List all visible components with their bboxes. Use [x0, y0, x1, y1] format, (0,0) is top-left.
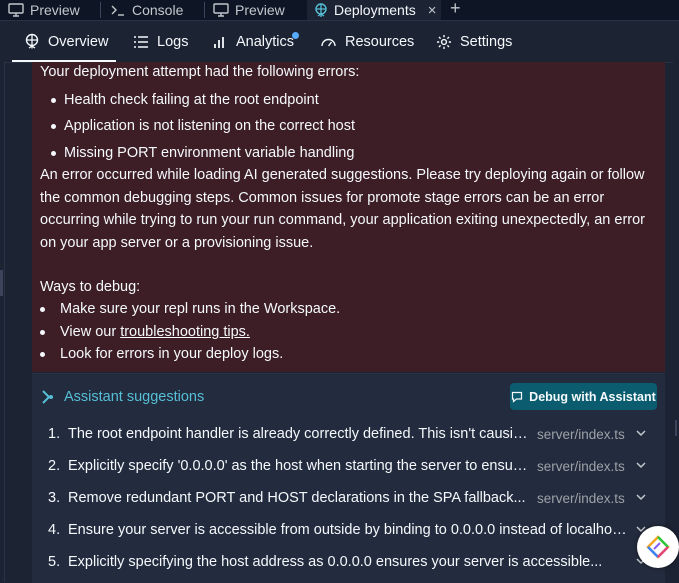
suggestion-number: 4.: [48, 522, 61, 538]
suggestion-item[interactable]: 5. Explicitly specifying the host addres…: [32, 548, 665, 578]
nav-label: Overview: [48, 33, 109, 50]
suggestion-number: 3.: [48, 490, 61, 506]
debug-item: Make sure your repl runs in the Workspac…: [60, 301, 341, 317]
resize-handle[interactable]: [0, 270, 3, 296]
suggestion-file: server/index.ts: [537, 491, 625, 506]
suggestion-item[interactable]: 4. Ensure your server is accessible from…: [32, 516, 665, 546]
bullet: [40, 352, 45, 357]
bullet: [51, 124, 56, 129]
tab-preview-2[interactable]: Preview: [213, 0, 285, 20]
nav-resources[interactable]: Resources: [320, 21, 414, 62]
ai-error-message: An error occurred while loading AI gener…: [40, 167, 646, 251]
suggestion-item[interactable]: 3. Remove redundant PORT and HOST declar…: [32, 484, 665, 514]
monitor-icon: [8, 3, 24, 17]
scrollbar-track: [673, 62, 679, 582]
chevron-down-icon[interactable]: [635, 490, 647, 504]
terminal-icon: [111, 5, 124, 16]
troubleshooting-link[interactable]: troubleshooting tips.: [120, 324, 250, 340]
scrollbar-thumb[interactable]: [675, 420, 677, 436]
nav-logs[interactable]: Logs: [133, 21, 188, 62]
tab-console[interactable]: Console: [110, 0, 183, 20]
tab-label: Deployments: [334, 2, 416, 18]
error-item: Missing PORT environment variable handli…: [64, 145, 355, 161]
nav-overview[interactable]: Overview: [11, 21, 117, 62]
assistant-suggestions-panel: Assistant suggestions Debug with Assista…: [32, 373, 665, 583]
assistant-title: Assistant suggestions: [64, 389, 205, 405]
monitor-icon: [213, 3, 229, 17]
deployments-icon: [315, 2, 327, 17]
tab-preview-1[interactable]: Preview: [8, 0, 80, 20]
nav-analytics[interactable]: Analytics: [212, 21, 294, 62]
suggestion-text: Remove redundant PORT and HOST declarati…: [68, 490, 526, 506]
bullet: [40, 330, 45, 335]
debug-item: View our troubleshooting tips.: [60, 324, 250, 340]
tab-divider: [204, 2, 205, 18]
bar-chart-icon: [214, 36, 224, 48]
debug-with-assistant-button[interactable]: Debug with Assistant: [510, 383, 657, 410]
floating-extension-button[interactable]: [637, 526, 679, 568]
suggestion-item[interactable]: 1. The root endpoint handler is already …: [32, 420, 665, 450]
nav-label: Resources: [345, 33, 415, 50]
nav-label: Settings: [460, 33, 513, 50]
debug-heading: Ways to debug:: [40, 279, 141, 295]
debug-item: Look for errors in your deploy logs.: [60, 346, 284, 362]
suggestion-file: server/index.ts: [537, 459, 625, 474]
tab-label: Preview: [30, 2, 80, 18]
chat-icon: [512, 391, 523, 403]
tab-bar: Preview Console Preview Deployments × +: [0, 0, 679, 21]
errors-heading: Your deployment attempt had the followin…: [40, 64, 360, 80]
error-item: Health check failing at the root endpoin…: [64, 92, 319, 108]
gauge-icon: [321, 38, 336, 46]
suggestion-number: 2.: [48, 458, 61, 474]
suggestion-text: Explicitly specify '0.0.0.0' as the host…: [68, 458, 530, 474]
tab-divider: [100, 2, 101, 18]
tab-deployments[interactable]: Deployments ×: [307, 0, 441, 20]
tab-label: Preview: [235, 2, 285, 18]
chevron-down-icon[interactable]: [635, 426, 647, 440]
suggestion-text: Ensure your server is accessible from ou…: [68, 522, 628, 538]
chevron-down-icon[interactable]: [635, 458, 647, 472]
deployment-nav: Overview Logs Analytics Resources Settin…: [0, 21, 679, 63]
assistant-icon: [42, 390, 53, 404]
left-gutter: [0, 62, 5, 582]
nav-label: Analytics: [236, 33, 295, 50]
error-item: Application is not listening on the corr…: [64, 118, 355, 134]
suggestion-item[interactable]: 2. Explicitly specify '0.0.0.0' as the h…: [32, 452, 665, 482]
suggestion-text: Explicitly specifying the host address a…: [68, 554, 603, 570]
close-icon[interactable]: ×: [428, 2, 437, 19]
suggestion-file: server/index.ts: [537, 427, 625, 442]
bullet: [51, 98, 56, 103]
button-label: Debug with Assistant: [529, 389, 656, 404]
nav-settings[interactable]: Settings: [436, 21, 512, 62]
bullet: [40, 307, 45, 312]
pencil-tag-icon: [646, 535, 670, 559]
bullet: [51, 151, 56, 156]
list-icon: [134, 35, 148, 48]
gear-icon: [437, 34, 451, 49]
new-tab-button[interactable]: +: [450, 0, 461, 19]
suggestion-number: 1.: [48, 426, 61, 442]
suggestion-text: The root endpoint handler is already cor…: [68, 426, 530, 442]
deployment-error-panel: Your deployment attempt had the followin…: [32, 62, 665, 372]
nav-label: Logs: [157, 33, 189, 50]
deployments-icon: [25, 33, 39, 49]
notification-dot: [292, 32, 299, 39]
tab-label: Console: [132, 2, 184, 18]
debug-item-prefix: View our: [60, 324, 121, 340]
suggestion-number: 5.: [48, 554, 61, 570]
